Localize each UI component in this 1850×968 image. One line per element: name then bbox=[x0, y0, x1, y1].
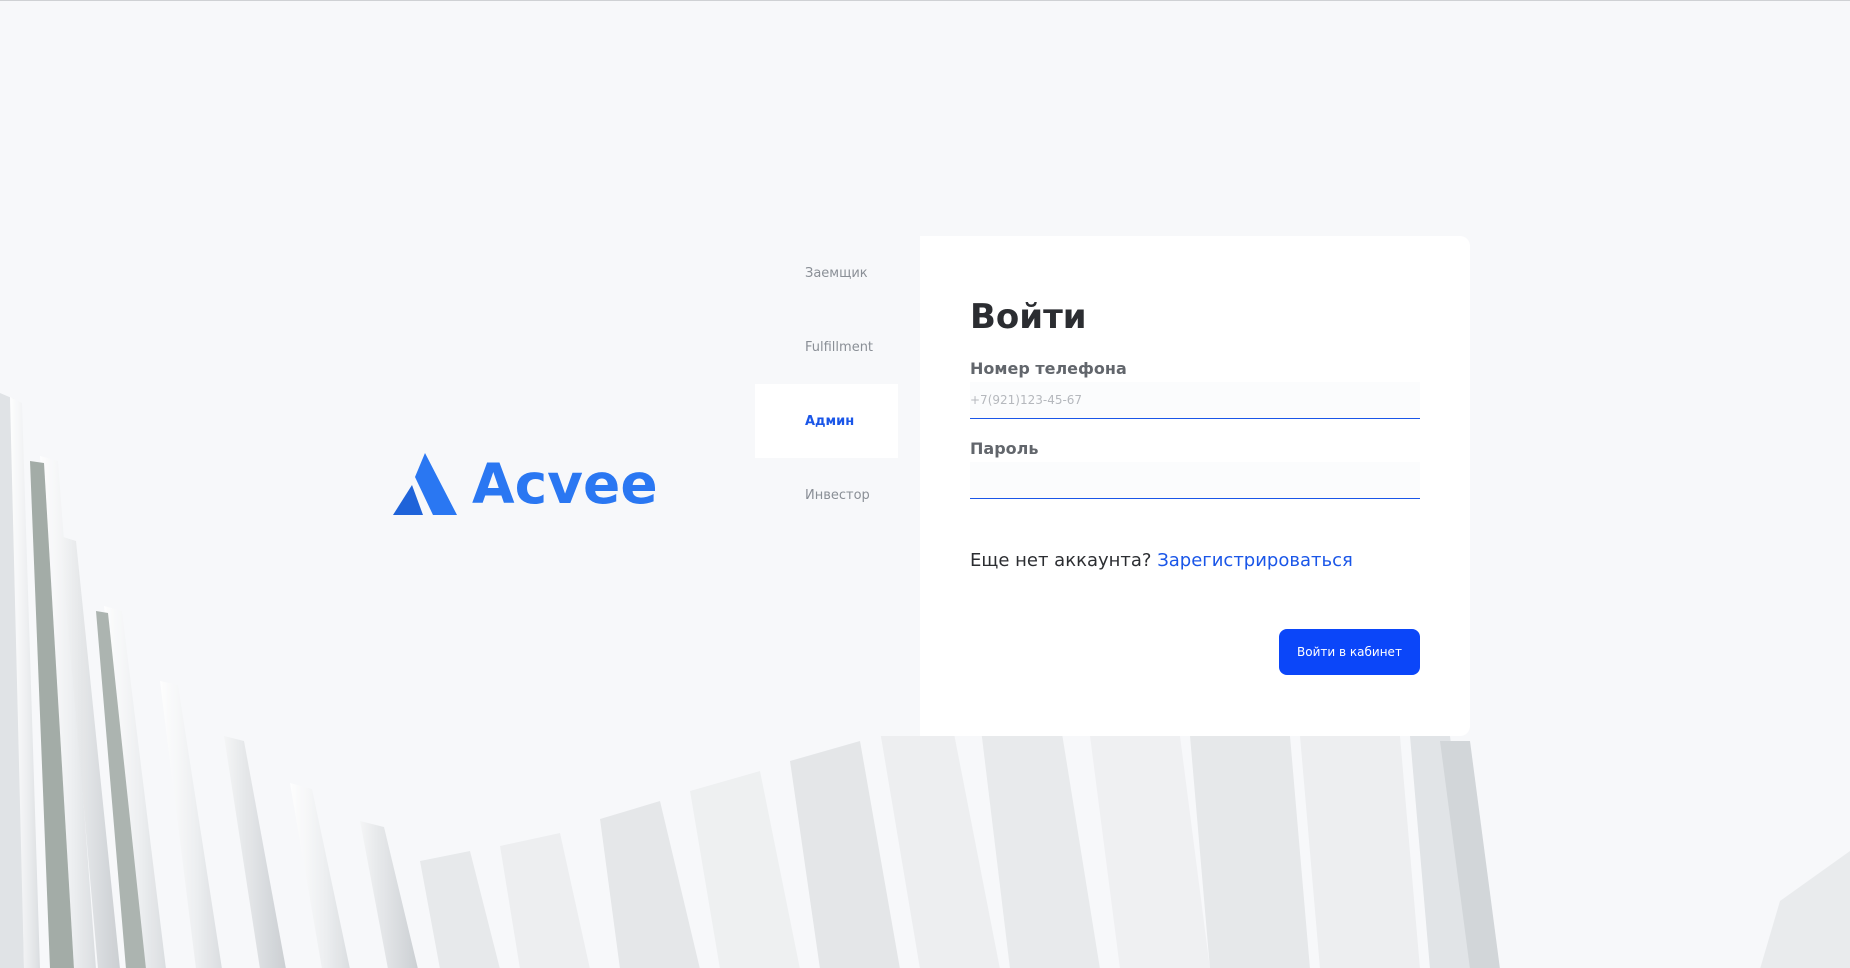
brand-logo: Acvee bbox=[393, 453, 658, 515]
login-page: Acvee Заемщик Fulfillment Админ Инвестор… bbox=[0, 0, 1850, 968]
register-link[interactable]: Зарегистрироваться bbox=[1157, 550, 1353, 571]
tab-admin[interactable]: Админ bbox=[755, 384, 898, 458]
role-tabs: Заемщик Fulfillment Админ Инвестор bbox=[755, 236, 920, 736]
login-button[interactable]: Войти в кабинет bbox=[1279, 629, 1420, 675]
register-row: Еще нет аккаунта? Зарегистрироваться bbox=[970, 550, 1420, 571]
page-title: Войти bbox=[970, 297, 1087, 337]
phone-label: Номер телефона bbox=[970, 359, 1127, 378]
brand-name: Acvee bbox=[472, 451, 658, 516]
login-card: Заемщик Fulfillment Админ Инвестор Войти… bbox=[755, 236, 1470, 736]
tab-investor[interactable]: Инвестор bbox=[755, 458, 920, 532]
register-prompt: Еще нет аккаунта? bbox=[970, 550, 1152, 571]
login-form: Войти Номер телефона Пароль Еще нет акка… bbox=[920, 236, 1470, 736]
tab-fulfillment[interactable]: Fulfillment bbox=[755, 310, 920, 384]
tab-borrower[interactable]: Заемщик bbox=[755, 236, 920, 310]
acvee-logo-icon bbox=[393, 453, 457, 515]
phone-input[interactable] bbox=[970, 382, 1420, 419]
password-label: Пароль bbox=[970, 439, 1039, 458]
password-input[interactable] bbox=[970, 462, 1420, 499]
